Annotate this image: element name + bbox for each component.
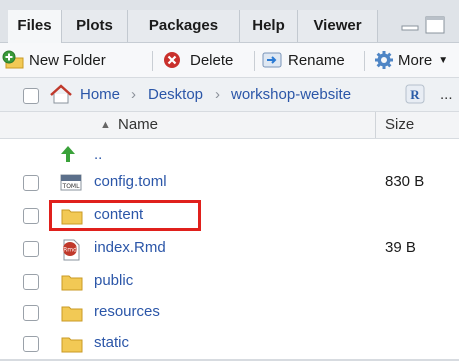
- file-name[interactable]: config.toml: [94, 165, 167, 199]
- breadcrumb-separator: ›: [215, 86, 220, 103]
- pane-tabs: Files Plots Packages Help Viewer: [0, 0, 459, 43]
- breadcrumb-desktop[interactable]: Desktop: [148, 78, 203, 111]
- file-size: 39 B: [385, 239, 416, 256]
- rmd-file-icon: Rmd: [63, 239, 80, 261]
- rename-icon: [262, 52, 282, 68]
- new-folder-button[interactable]: New Folder: [2, 43, 106, 77]
- svg-text:TOML: TOML: [62, 183, 81, 190]
- file-name[interactable]: index.Rmd: [94, 231, 166, 265]
- more-button[interactable]: More ▼: [374, 43, 448, 77]
- tab-viewer[interactable]: Viewer: [298, 10, 378, 42]
- column-divider: [375, 112, 376, 138]
- file-row-index-rmd[interactable]: Rmd index.Rmd 39 B: [0, 231, 459, 265]
- toolbar-separator: [364, 51, 365, 71]
- tab-packages[interactable]: Packages: [128, 10, 240, 42]
- folder-icon: [61, 337, 83, 353]
- gear-icon: [375, 51, 393, 69]
- maximize-pane-icon[interactable]: [425, 16, 445, 34]
- file-list-header: ▲ Name Size: [0, 112, 459, 139]
- rename-label: Rename: [288, 51, 345, 69]
- new-folder-icon: [2, 50, 24, 69]
- breadcrumb: Home › Desktop › workshop-website R ...: [0, 78, 459, 112]
- sort-ascending-icon: ▲: [100, 119, 111, 131]
- breadcrumb-home[interactable]: Home: [80, 78, 120, 111]
- file-checkbox[interactable]: [23, 305, 39, 321]
- file-checkbox[interactable]: [23, 208, 39, 224]
- highlight-annotation: [49, 200, 201, 231]
- folder-icon: [61, 275, 83, 291]
- file-name[interactable]: public: [94, 264, 133, 298]
- minimize-pane-icon[interactable]: [401, 16, 419, 32]
- file-row-config-toml[interactable]: TOML config.toml 830 B: [0, 165, 459, 199]
- r-project-icon[interactable]: R: [405, 84, 425, 104]
- caret-down-icon: ▼: [438, 54, 449, 66]
- delete-label: Delete: [190, 51, 234, 69]
- file-checkbox[interactable]: [23, 175, 39, 191]
- select-all-checkbox[interactable]: [23, 88, 39, 104]
- more-label: More: [398, 51, 433, 69]
- file-name[interactable]: resources: [94, 295, 160, 329]
- tab-help[interactable]: Help: [240, 10, 298, 42]
- home-icon[interactable]: [49, 84, 73, 104]
- delete-button[interactable]: Delete: [163, 43, 233, 77]
- new-folder-label: New Folder: [29, 51, 106, 69]
- up-arrow-icon: [61, 146, 75, 162]
- svg-text:R: R: [410, 87, 420, 102]
- tab-files[interactable]: Files: [8, 10, 62, 43]
- toml-file-icon: TOML: [60, 174, 82, 191]
- file-checkbox[interactable]: [23, 336, 39, 352]
- files-toolbar: New Folder Delete Rename More ▼: [0, 43, 459, 78]
- file-checkbox[interactable]: [23, 241, 39, 257]
- toolbar-separator: [254, 51, 255, 71]
- size-column-header[interactable]: Size: [385, 112, 414, 138]
- folder-icon: [61, 306, 83, 322]
- tab-plots[interactable]: Plots: [62, 10, 128, 42]
- name-column-header[interactable]: Name: [118, 112, 158, 138]
- file-row-public[interactable]: public: [0, 264, 459, 298]
- breadcrumb-separator: ›: [131, 86, 136, 103]
- toolbar-separator: [152, 51, 153, 71]
- file-row-static[interactable]: static: [0, 326, 459, 360]
- breadcrumb-overflow[interactable]: ...: [440, 78, 453, 111]
- file-size: 830 B: [385, 173, 425, 190]
- svg-text:Rmd: Rmd: [63, 247, 77, 254]
- file-name[interactable]: static: [94, 326, 129, 360]
- delete-icon: [164, 52, 180, 68]
- file-row-resources[interactable]: resources: [0, 295, 459, 329]
- rename-button[interactable]: Rename: [262, 43, 345, 77]
- file-checkbox[interactable]: [23, 274, 39, 290]
- breadcrumb-workshop-website[interactable]: workshop-website: [231, 78, 351, 111]
